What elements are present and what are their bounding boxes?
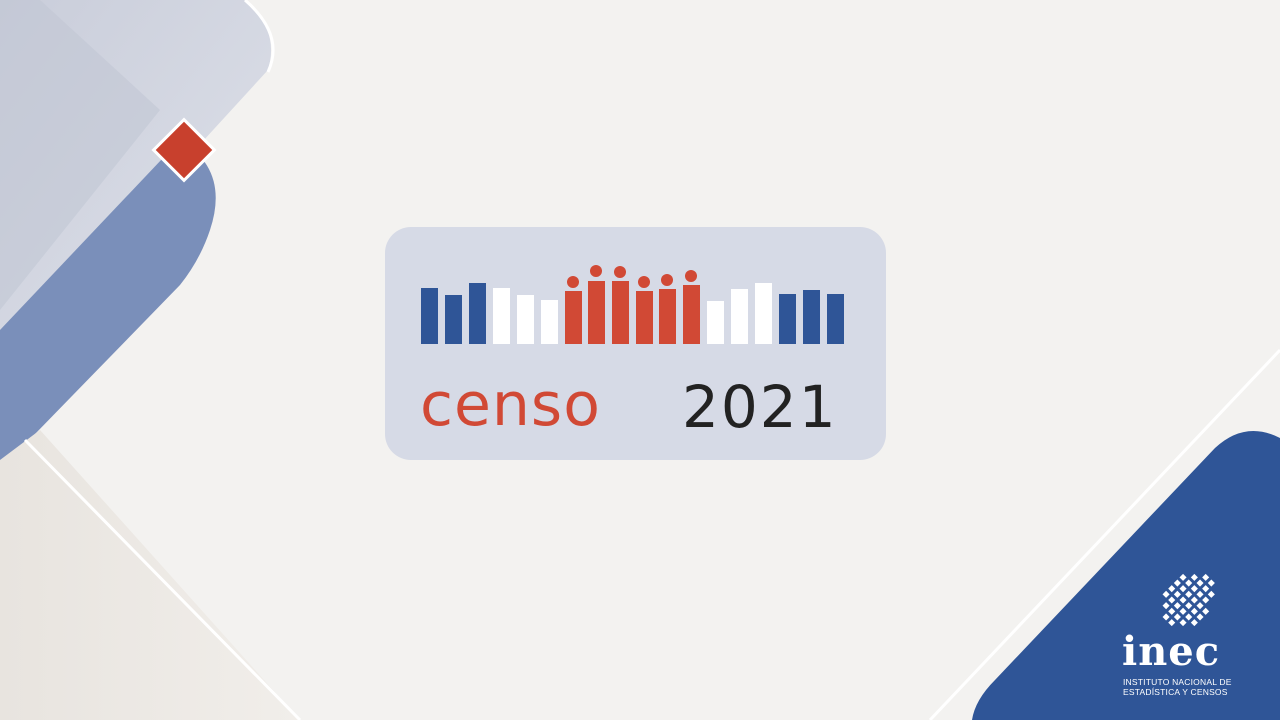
inec-dot-grid-icon	[1162, 573, 1215, 627]
inec-acronym: inec	[1122, 628, 1221, 675]
title-slide: censo 2021 inec INSTITUTO NACIONAL DE ES…	[0, 0, 1280, 720]
inec-name-line2: ESTADÍSTICA Y CENSOS	[1123, 687, 1228, 697]
inec-name-line1: INSTITUTO NACIONAL DE	[1123, 677, 1232, 687]
